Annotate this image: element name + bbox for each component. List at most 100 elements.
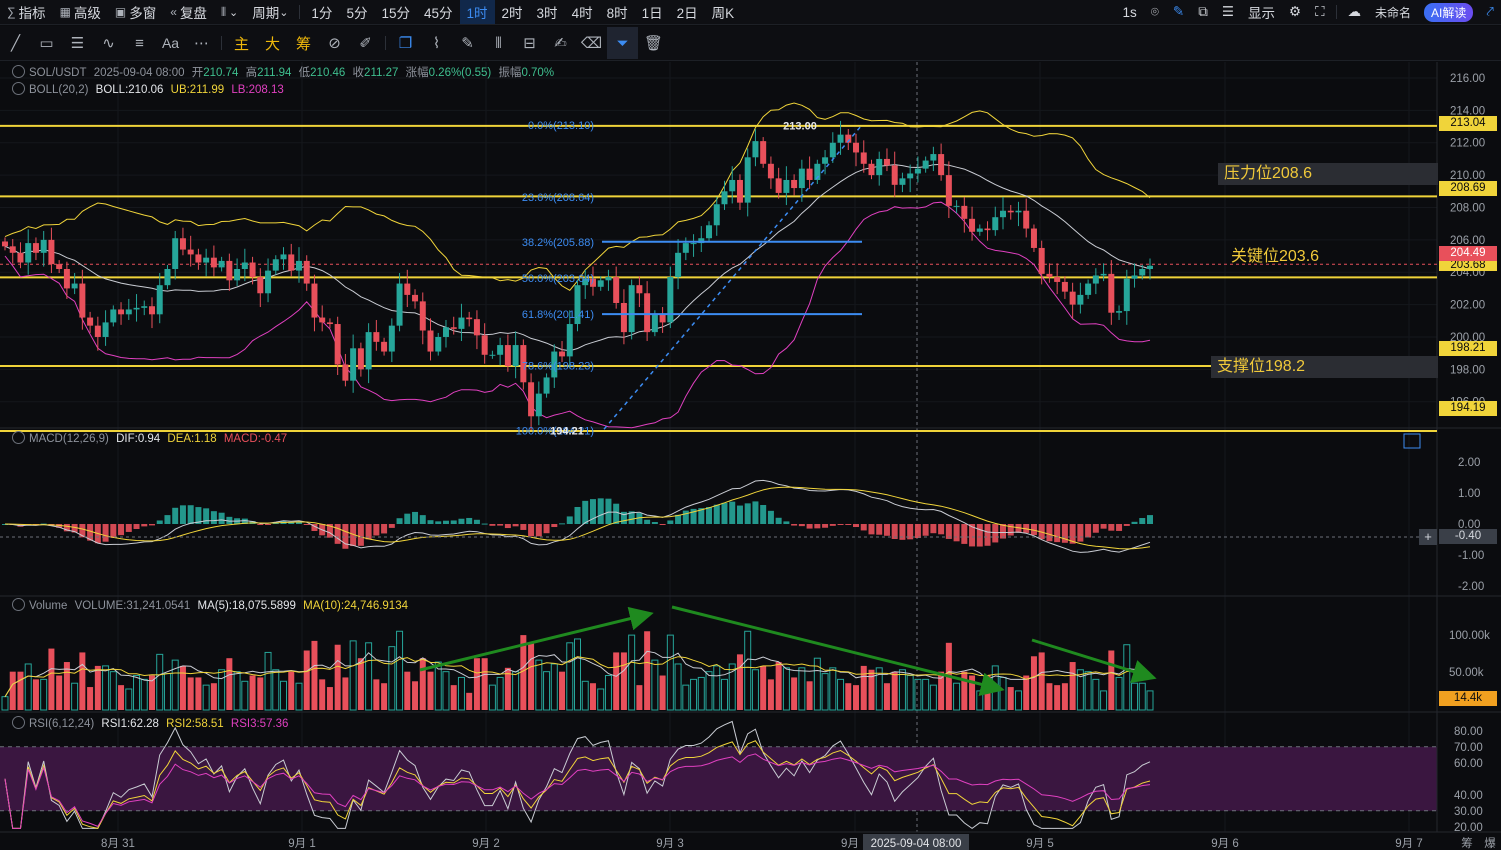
menu-item-1日[interactable]: 1日 bbox=[635, 0, 670, 24]
account-dropdown[interactable]: 未命名 bbox=[1368, 0, 1418, 24]
candle-body bbox=[141, 306, 148, 308]
macd-bar bbox=[1108, 524, 1115, 531]
macd-bar bbox=[1139, 518, 1146, 524]
candle-body bbox=[412, 294, 419, 302]
candles-icon[interactable]: ⫴ bbox=[483, 27, 514, 59]
volume-bar bbox=[481, 658, 488, 710]
menu-item-1时[interactable]: 1时 bbox=[459, 0, 495, 24]
ai-interpret-button[interactable]: AI解读 bbox=[1424, 2, 1474, 22]
edit-doc-icon[interactable]: ✍ bbox=[545, 27, 576, 59]
eraser-icon[interactable]: ⌫ bbox=[576, 27, 607, 59]
volume-bar bbox=[1023, 675, 1030, 710]
eye-icon[interactable] bbox=[12, 431, 25, 444]
rsi-band bbox=[0, 746, 1437, 812]
chips-toggle[interactable]: 筹 bbox=[288, 27, 319, 59]
fib-tool-icon[interactable]: ≡ bbox=[124, 27, 155, 59]
menu-item-5分[interactable]: 5分 bbox=[339, 0, 374, 24]
interval-1s[interactable]: 1s bbox=[1116, 0, 1144, 24]
macd-bar bbox=[582, 500, 589, 524]
candle-body bbox=[442, 327, 449, 337]
menu-item-2时[interactable]: 2时 bbox=[495, 0, 530, 24]
menu-item-3时[interactable]: 3时 bbox=[530, 0, 565, 24]
macd-bar bbox=[504, 524, 511, 529]
eye-icon[interactable] bbox=[12, 716, 25, 729]
trash-icon[interactable]: 🗑 bbox=[638, 27, 669, 59]
candle-body bbox=[1023, 210, 1030, 229]
camera-icon[interactable]: ⌾ bbox=[1144, 0, 1166, 24]
candle-body bbox=[628, 285, 635, 333]
candle-body bbox=[791, 179, 798, 189]
candle-body bbox=[559, 351, 566, 357]
marker-icon[interactable]: ✎ bbox=[452, 27, 483, 59]
list-icon[interactable]: ☰ bbox=[1215, 0, 1241, 24]
macd-bar bbox=[721, 502, 728, 524]
rsi-tick: 80.00 bbox=[1454, 726, 1483, 738]
macd-bar bbox=[822, 524, 829, 528]
menu-item-candle-type[interactable]: ⫴ ⌄ bbox=[214, 0, 245, 24]
menu-item-45分[interactable]: 45分 bbox=[417, 0, 460, 24]
line-tool-icon[interactable]: ╱ bbox=[0, 27, 31, 59]
magnet-icon[interactable]: ⊘ bbox=[319, 27, 350, 59]
ruler-icon[interactable]: ⌇ bbox=[421, 27, 452, 59]
settings-icon[interactable]: ⚙ bbox=[1282, 0, 1308, 24]
eye-icon[interactable] bbox=[12, 65, 25, 78]
filter-icon[interactable]: ⏷ bbox=[607, 27, 638, 59]
menu-item-高级[interactable]: ▦ 高级 bbox=[53, 0, 108, 24]
candle-body bbox=[675, 252, 682, 278]
parallel-tool-icon[interactable]: ☰ bbox=[62, 27, 93, 59]
macd-bar bbox=[914, 524, 921, 539]
menu-item-1分[interactable]: 1分 bbox=[304, 0, 339, 24]
volume-bar bbox=[853, 685, 860, 710]
copy-icon[interactable]: ❐ bbox=[390, 27, 421, 59]
candle-body bbox=[1100, 273, 1107, 276]
volume-bar bbox=[636, 685, 643, 710]
boll-legend: BOLL(20,2) BOLL:210.06 UB:211.99 LB:208.… bbox=[12, 82, 288, 96]
eye-icon[interactable] bbox=[12, 82, 25, 95]
share-icon[interactable]: ⤤ bbox=[1479, 0, 1501, 24]
candle-body bbox=[1085, 283, 1092, 295]
main-chart-toggle[interactable]: 主 bbox=[226, 27, 257, 59]
open-value: 210.74 bbox=[203, 67, 239, 79]
menu-item-周K[interactable]: 周K bbox=[705, 0, 742, 24]
big-toggle[interactable]: 大 bbox=[257, 27, 288, 59]
close-label: 收 bbox=[352, 67, 365, 79]
candle-body bbox=[210, 257, 217, 268]
popout-icon[interactable]: ⧉ bbox=[1191, 0, 1215, 24]
candle-body bbox=[319, 317, 326, 323]
fullscreen-icon[interactable]: ⛶ bbox=[1308, 0, 1331, 24]
menu-item-周期[interactable]: 周期 ⌄ bbox=[245, 0, 295, 24]
rect-tool-icon[interactable]: ▭ bbox=[31, 27, 62, 59]
volume-ma10: MA(10):24,746.9134 bbox=[303, 600, 408, 612]
lock-icon[interactable]: ⊟ bbox=[514, 27, 545, 59]
brush-icon[interactable]: ✐ bbox=[350, 27, 381, 59]
candle-body bbox=[1015, 210, 1022, 213]
time-tick: 筹 bbox=[1461, 836, 1473, 850]
candle-body bbox=[280, 254, 287, 260]
divider bbox=[299, 5, 301, 19]
menu-item-指标[interactable]: ∑ 指标 bbox=[0, 0, 53, 24]
text-tool-icon[interactable]: Aa bbox=[155, 27, 186, 59]
eye-icon[interactable] bbox=[12, 598, 25, 611]
menu-item-15分[interactable]: 15分 bbox=[374, 0, 417, 24]
menu-item-8时[interactable]: 8时 bbox=[600, 0, 635, 24]
candle-body bbox=[257, 277, 264, 294]
candle-body bbox=[303, 260, 310, 284]
wave-tool-icon[interactable]: ∿ bbox=[93, 27, 124, 59]
rsi-tick: 60.00 bbox=[1454, 758, 1483, 770]
more-icon[interactable]: ⋯ bbox=[186, 27, 217, 59]
menu-item-4时[interactable]: 4时 bbox=[565, 0, 600, 24]
macd-bar bbox=[512, 524, 519, 527]
fib-label: 23.6%(208.64) bbox=[522, 192, 594, 204]
cloud-icon[interactable]: ☁ bbox=[1341, 0, 1369, 24]
menu-item-2日[interactable]: 2日 bbox=[670, 0, 705, 24]
candle-body bbox=[798, 168, 805, 189]
macd-bar bbox=[442, 520, 449, 524]
pencil-icon[interactable]: ✎ bbox=[1166, 0, 1191, 24]
menu-item-label: 周期 bbox=[252, 6, 280, 21]
candle-body bbox=[512, 345, 519, 367]
menu-item-复盘[interactable]: «复盘 bbox=[163, 0, 214, 24]
candle-body bbox=[156, 285, 163, 315]
volume-bar bbox=[760, 665, 767, 710]
menu-item-多窗[interactable]: ▣ 多窗 bbox=[108, 0, 163, 24]
display-button[interactable]: 显示 bbox=[1241, 0, 1282, 24]
